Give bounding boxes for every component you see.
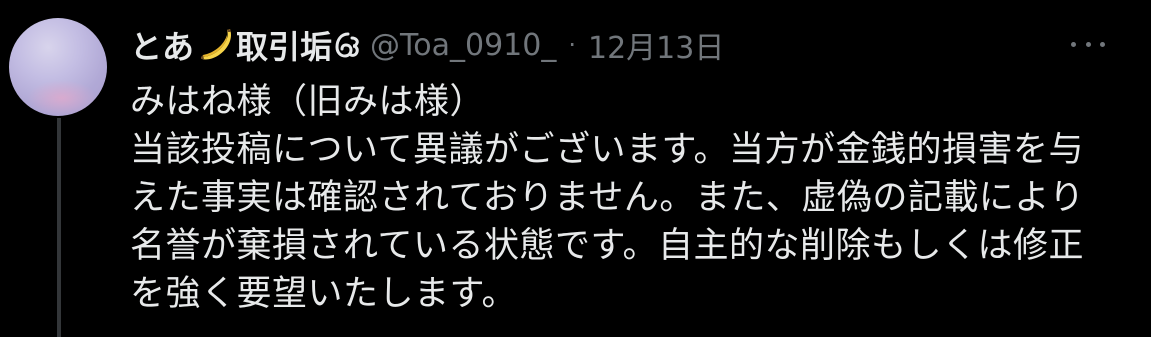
avatar-pink-cloud (27, 80, 97, 116)
display-name[interactable]: とあ 取引垢 (130, 22, 360, 68)
display-name-text: とあ (130, 28, 195, 66)
swirl-emoji-icon (335, 32, 359, 58)
display-name-suffix: 取引垢 (236, 28, 333, 66)
avatar[interactable] (9, 18, 107, 116)
tweet-text: みはね様（旧みは様） 当該投稿について異議がございます。当方が金銭的損害を与 え… (130, 78, 1140, 318)
tweet-text-line: みはね様（旧みは様） (130, 82, 486, 122)
more-options-icon[interactable] (1071, 34, 1105, 54)
more-dot (1071, 41, 1076, 47)
tweet-header: とあ 取引垢 @Toa_0910_ · 12月13日 (130, 22, 724, 68)
tweet-text-line: 名誉が棄損されている状態です。自主的な削除もしくは修正 (130, 226, 1084, 266)
thread-connector-line (57, 118, 61, 337)
more-dot (1085, 41, 1091, 47)
tweet-text-line: を強く要望いたします。 (130, 274, 518, 314)
banana-icon (201, 29, 232, 60)
user-handle[interactable]: @Toa_0910_ (370, 28, 556, 63)
header-separator: · (568, 31, 576, 59)
more-dot (1100, 41, 1105, 47)
tweet-text-line: 当該投稿について異議がございます。当方が金銭的損害を与 (130, 130, 1084, 170)
tweet-text-line: えた事実は確認されておりません。また、虚偽の記載により (130, 178, 1085, 218)
tweet-date[interactable]: 12月13日 (588, 23, 724, 67)
